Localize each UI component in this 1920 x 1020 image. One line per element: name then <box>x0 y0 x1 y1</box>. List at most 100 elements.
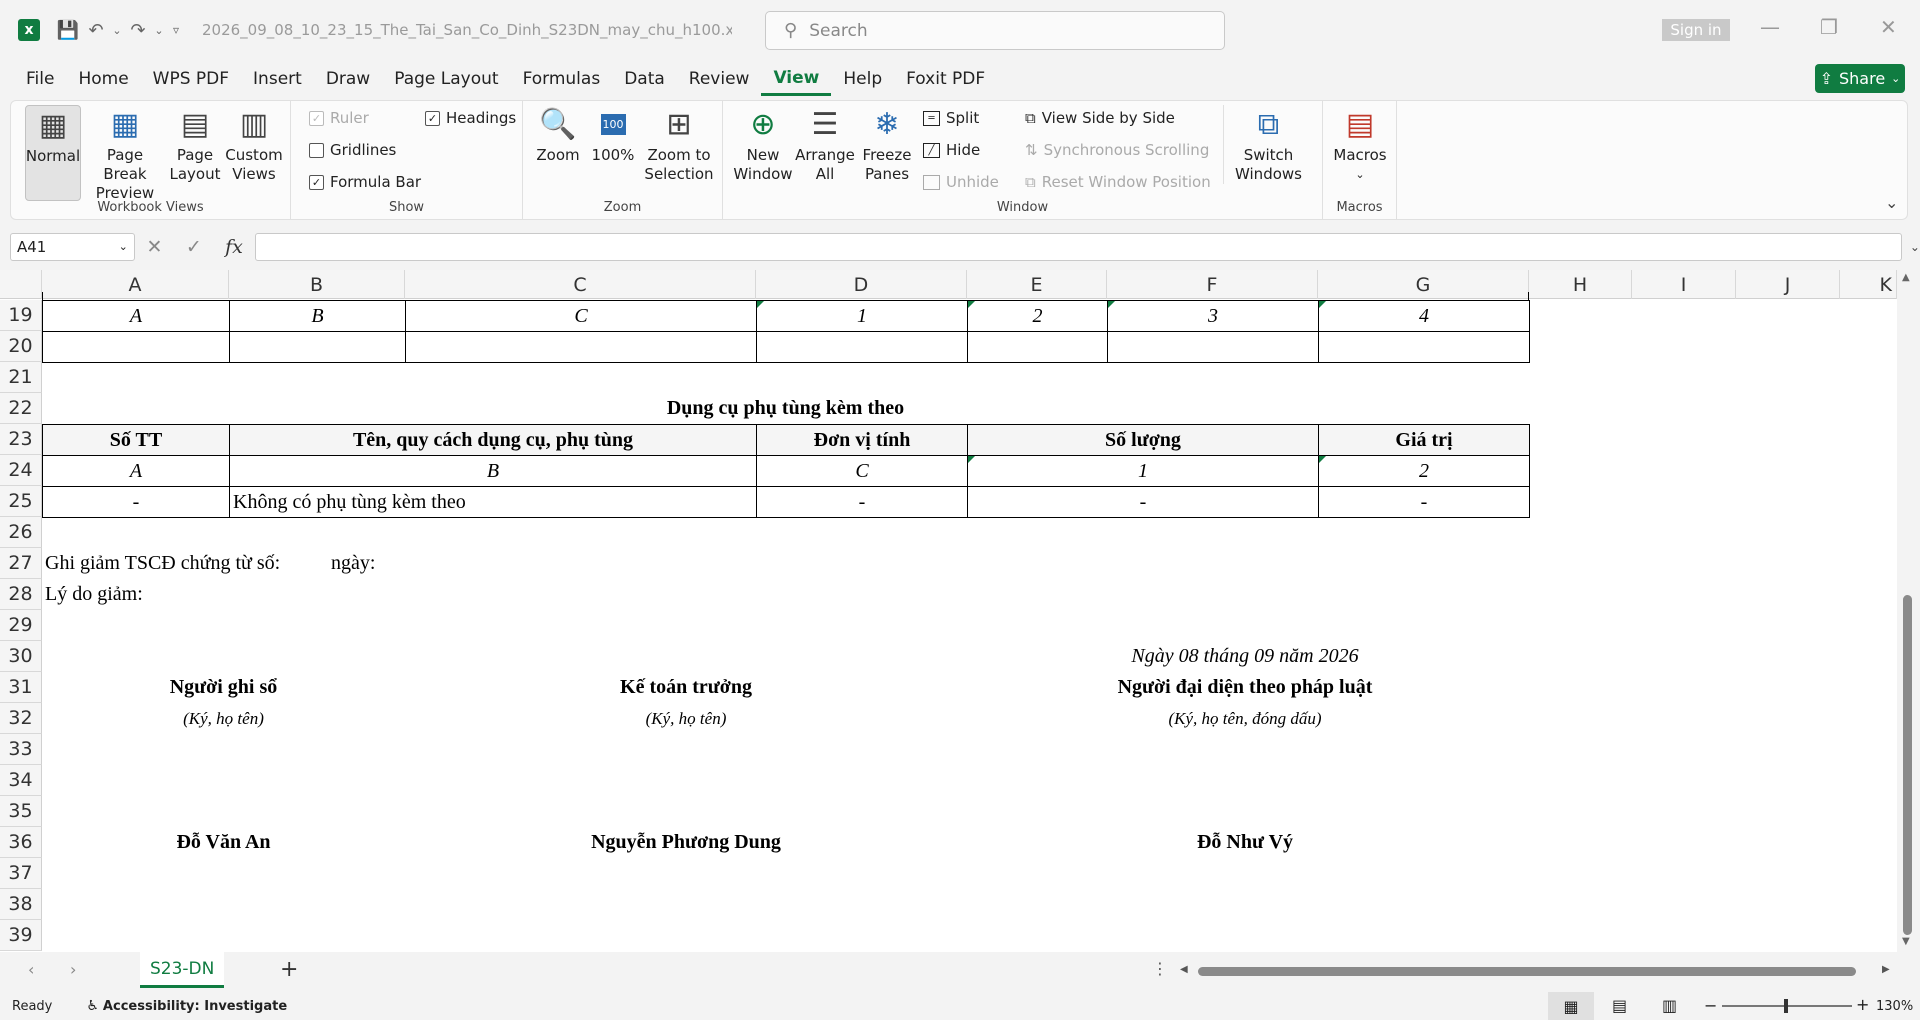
headings-checkbox[interactable]: ✓ Headings <box>425 109 516 127</box>
signer-1-name[interactable]: Đỗ Văn An <box>42 827 405 858</box>
column-header-h[interactable]: H <box>1529 270 1632 299</box>
ruler-checkbox[interactable]: ✓ Ruler <box>309 109 369 127</box>
header-don-vi-tinh[interactable]: Đơn vị tính <box>756 424 968 456</box>
zoom-out-icon[interactable]: − <box>1704 996 1717 1015</box>
cell-f19[interactable]: 3 <box>1107 300 1319 332</box>
zoom-button[interactable]: 🔍 Zoom <box>533 105 583 165</box>
cell-g19[interactable]: 4 <box>1318 300 1530 332</box>
cell-e25[interactable]: - <box>967 486 1319 518</box>
hide-button[interactable]: ╱ Hide <box>923 141 980 159</box>
tab-review[interactable]: Review <box>677 62 762 96</box>
share-button[interactable]: ⇪ Share ⌄ <box>1815 64 1905 93</box>
header-ten-quy-cach[interactable]: Tên, quy cách dụng cụ, phụ tùng <box>229 424 757 456</box>
tab-wps-pdf[interactable]: WPS PDF <box>141 62 241 96</box>
cell-b27[interactable]: ngày: <box>328 548 428 579</box>
synchronous-scrolling-button[interactable]: ⇅ Synchronous Scrolling <box>1025 141 1209 159</box>
signer-2-title[interactable]: Kế toán trưởng <box>405 672 967 703</box>
cell-a27[interactable]: Ghi giảm TSCĐ chứng từ số: <box>42 548 342 579</box>
cell-a19[interactable]: A <box>42 300 230 332</box>
row-header-38[interactable]: 38 <box>0 889 42 920</box>
row-header-21[interactable]: 21 <box>0 362 42 393</box>
row-header-37[interactable]: 37 <box>0 858 42 889</box>
tab-data[interactable]: Data <box>612 62 677 96</box>
row-header-19[interactable]: 19 <box>0 300 42 331</box>
row-header-35[interactable]: 35 <box>0 796 42 827</box>
header-so-luong[interactable]: Số lượng <box>967 424 1319 456</box>
enter-icon[interactable]: ✓ <box>186 236 202 258</box>
switch-windows-button[interactable]: ⧉ Switch Windows <box>1223 105 1313 184</box>
close-icon[interactable]: ✕ <box>1880 15 1897 39</box>
cell-b19[interactable]: B <box>229 300 406 332</box>
row-header-20[interactable]: 20 <box>0 331 42 362</box>
row-header-25[interactable]: 25 <box>0 486 42 517</box>
cell-d25[interactable]: - <box>756 486 968 518</box>
column-header-i[interactable]: I <box>1632 270 1736 299</box>
cell-f20[interactable] <box>1107 331 1319 363</box>
cell-b24[interactable]: B <box>229 455 757 487</box>
expand-formula-bar-icon[interactable]: ⌄ <box>1910 240 1920 254</box>
gridlines-checkbox[interactable]: Gridlines <box>309 141 396 159</box>
cell-a20[interactable] <box>42 331 230 363</box>
cell-b20[interactable] <box>229 331 406 363</box>
vertical-scroll-thumb[interactable] <box>1903 595 1912 935</box>
signer-3-name[interactable]: Đỗ Như Vý <box>1025 827 1465 858</box>
page-break-status-icon[interactable]: ▥ <box>1662 996 1677 1015</box>
macros-button[interactable]: ▤ Macros ⌄ <box>1329 105 1391 184</box>
cell-a25[interactable]: - <box>42 486 230 518</box>
formula-input[interactable] <box>254 232 1902 261</box>
scroll-up-icon[interactable]: ▲ <box>1902 272 1910 283</box>
cell-d20[interactable] <box>756 331 968 363</box>
signer-3-note[interactable]: (Ký, họ tên, đóng dấu) <box>1025 703 1465 734</box>
view-side-by-side-button[interactable]: ⧉ View Side by Side <box>1025 109 1175 127</box>
tab-page-layout[interactable]: Page Layout <box>382 62 510 96</box>
undo-dropdown-icon[interactable]: ⌄ <box>110 24 124 37</box>
row-header-27[interactable]: 27 <box>0 548 42 579</box>
horizontal-scrollbar[interactable]: ◀ ▶ <box>1180 964 1895 978</box>
select-all-corner[interactable] <box>0 270 42 299</box>
collapse-ribbon-icon[interactable]: ⌄ <box>1885 193 1898 212</box>
tab-formulas[interactable]: Formulas <box>511 62 613 96</box>
cell-c20[interactable] <box>405 331 757 363</box>
signer-1-title[interactable]: Người ghi sổ <box>42 672 405 703</box>
tab-draw[interactable]: Draw <box>314 62 382 96</box>
name-box[interactable]: A41 ⌄ <box>10 232 135 261</box>
signer-2-note[interactable]: (Ký, họ tên) <box>405 703 967 734</box>
zoom-level[interactable]: 130% <box>1876 999 1913 1014</box>
horizontal-scroll-thumb[interactable] <box>1198 967 1856 976</box>
zoom-slider[interactable] <box>1722 999 1852 1013</box>
column-header-k[interactable]: K <box>1840 270 1897 299</box>
tab-foxit-pdf[interactable]: Foxit PDF <box>894 62 997 96</box>
cell-g24[interactable]: 2 <box>1318 455 1530 487</box>
cell-d19[interactable]: 1 <box>756 300 968 332</box>
zoom-100-button[interactable]: 100 100% <box>589 105 637 165</box>
add-sheet-icon[interactable]: + <box>280 957 298 982</box>
row-header-31[interactable]: 31 <box>0 672 42 703</box>
signer-2-name[interactable]: Nguyễn Phương Dung <box>405 827 967 858</box>
header-gia-tri[interactable]: Giá trị <box>1318 424 1530 456</box>
page-layout-view-button[interactable]: ▤ Page Layout <box>169 105 221 184</box>
date-line[interactable]: Ngày 08 tháng 09 năm 2026 <box>1025 641 1465 672</box>
signer-1-note[interactable]: (Ký, họ tên) <box>42 703 405 734</box>
tab-file[interactable]: File <box>14 62 66 96</box>
cell-g25[interactable]: - <box>1318 486 1530 518</box>
undo-icon[interactable]: ↶ <box>82 20 110 41</box>
header-so-tt[interactable]: Số TT <box>42 424 230 456</box>
formula-bar-checkbox[interactable]: ✓ Formula Bar <box>309 173 421 191</box>
unhide-button[interactable]: Unhide <box>923 173 999 191</box>
scroll-down-icon[interactable]: ▼ <box>1902 936 1910 947</box>
row-header-28[interactable]: 28 <box>0 579 42 610</box>
zoom-slider-thumb[interactable] <box>1784 999 1788 1013</box>
scroll-right-icon[interactable]: ▶ <box>1882 964 1890 975</box>
sign-in-button[interactable]: Sign in <box>1662 19 1730 41</box>
row-header-33[interactable]: 33 <box>0 734 42 765</box>
normal-view-status-button[interactable]: ▦ <box>1548 992 1594 1020</box>
row-header-36[interactable]: 36 <box>0 827 42 858</box>
accessibility-status[interactable]: Accessibility: Investigate <box>103 999 287 1014</box>
next-sheet-icon[interactable]: › <box>70 960 76 979</box>
row-header-26[interactable]: 26 <box>0 517 42 548</box>
row-header-24[interactable]: 24 <box>0 455 42 486</box>
signer-3-title[interactable]: Người đại diện theo pháp luật <box>1025 672 1465 703</box>
cell-a24[interactable]: A <box>42 455 230 487</box>
redo-dropdown-icon[interactable]: ⌄ <box>152 24 166 37</box>
reset-window-position-button[interactable]: ⧉ Reset Window Position <box>1025 173 1211 191</box>
